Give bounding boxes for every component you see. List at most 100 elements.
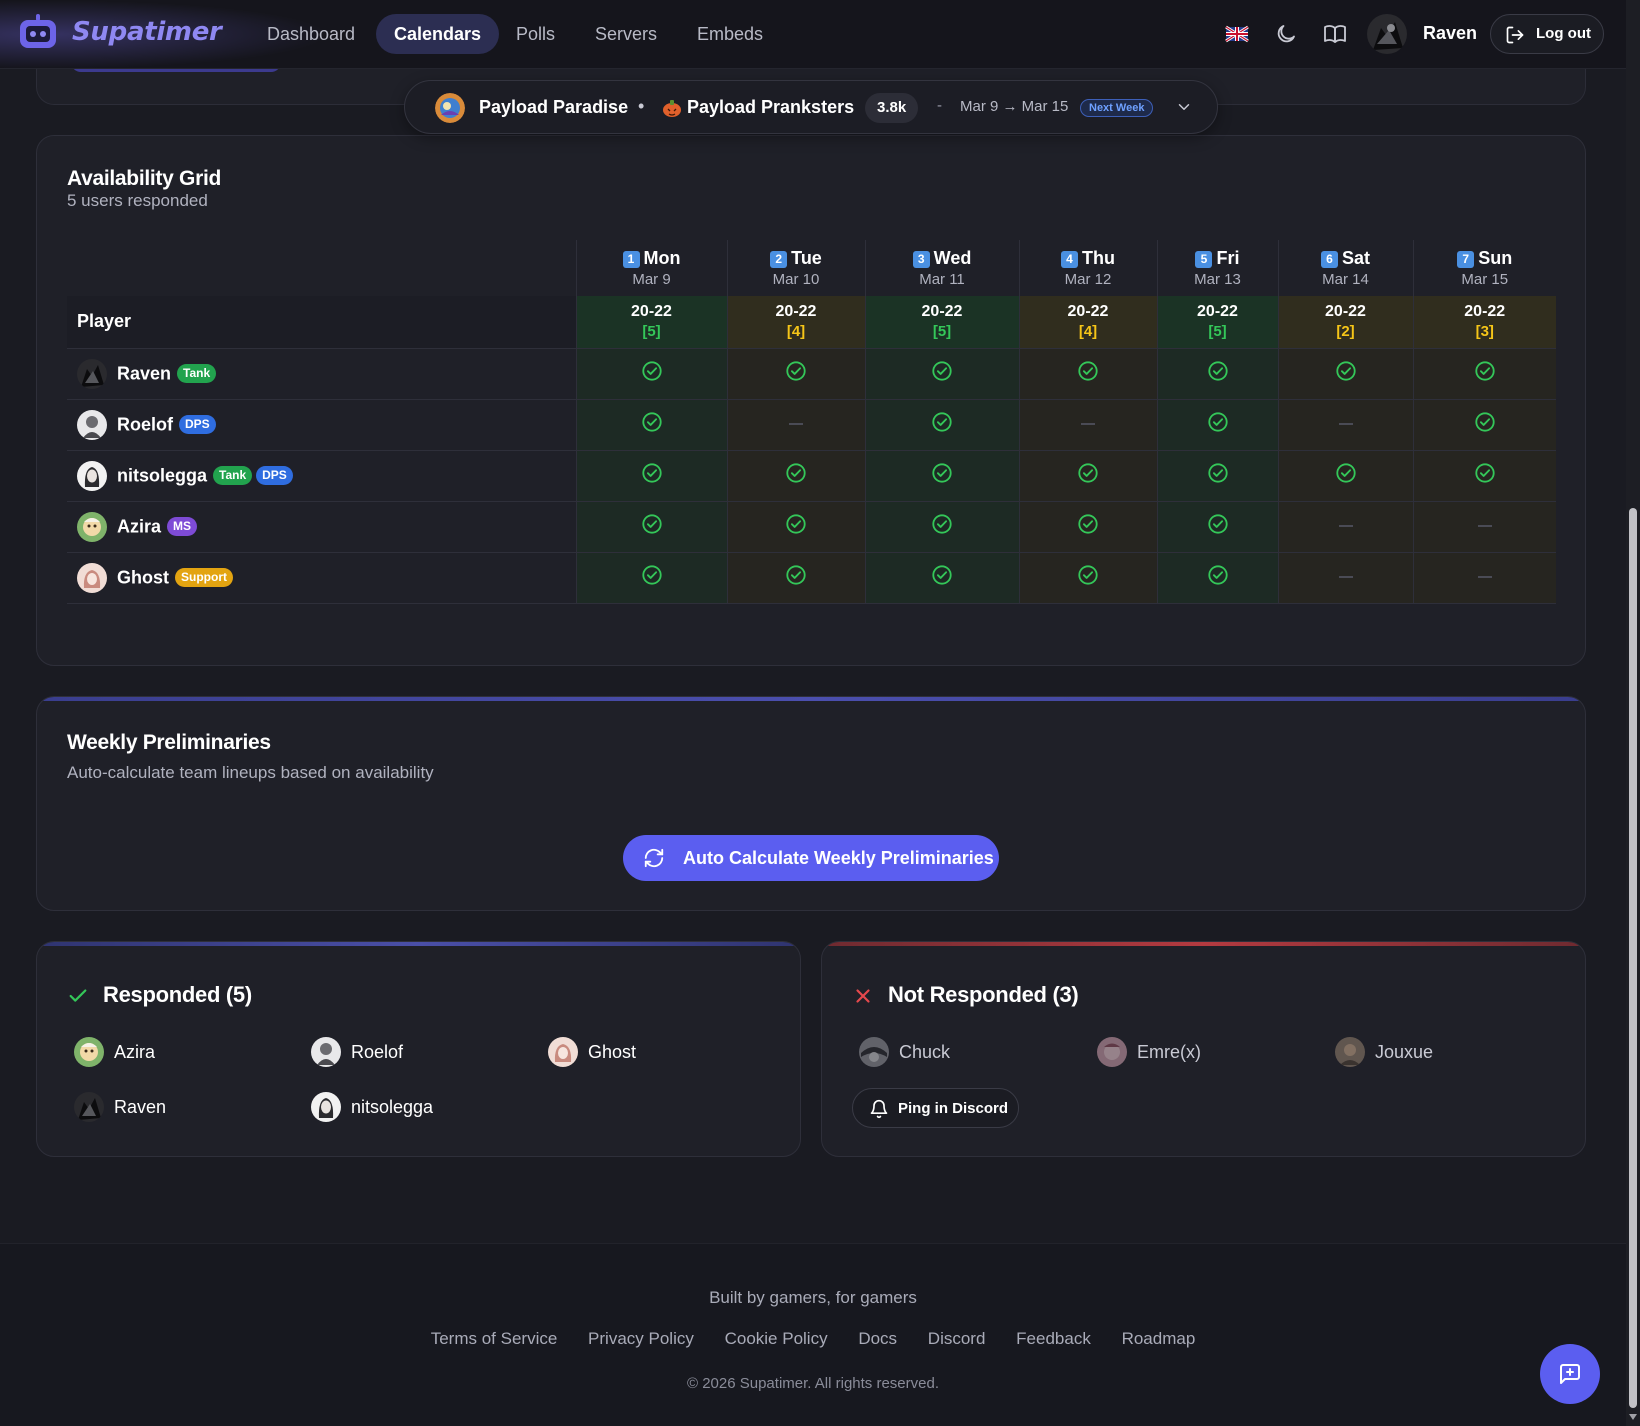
availability-cell-mon[interactable]	[575, 450, 727, 502]
availability-cell-wed[interactable]	[864, 348, 1019, 400]
availability-cell-mon[interactable]	[575, 348, 727, 400]
availability-cell-sun[interactable]	[1412, 450, 1556, 502]
nav-polls[interactable]: Polls	[498, 14, 573, 54]
availability-cell-thu[interactable]	[1018, 399, 1157, 451]
availability-cell-tue[interactable]	[726, 501, 865, 553]
team-name: Payload Pranksters	[687, 97, 855, 117]
nav-servers[interactable]: Servers	[577, 14, 675, 54]
unavailable-dash-icon	[1338, 525, 1353, 528]
footer-link-feedback[interactable]: Feedback	[1016, 1329, 1091, 1348]
availability-cell-sun[interactable]	[1412, 348, 1556, 400]
feedback-chat-button[interactable]	[1540, 1344, 1600, 1404]
availability-cell-fri[interactable]	[1156, 348, 1278, 400]
footer-link-privacy[interactable]: Privacy Policy	[588, 1329, 694, 1348]
user-avatar[interactable]	[1367, 14, 1407, 54]
slot-header-wed[interactable]: 20-22 [5]	[864, 296, 1019, 349]
player-row: Roelof DPS	[67, 399, 1556, 451]
availability-cell-mon[interactable]	[575, 552, 727, 604]
availability-cell-sun[interactable]	[1412, 501, 1556, 553]
uk-flag-icon[interactable]	[1225, 22, 1249, 46]
availability-cell-tue[interactable]	[726, 348, 865, 400]
availability-cell-wed[interactable]	[864, 399, 1019, 451]
availability-cell-fri[interactable]	[1156, 399, 1278, 451]
auto-calculate-button[interactable]: Auto Calculate Weekly Preliminaries	[623, 835, 999, 881]
availability-cell-fri[interactable]	[1156, 552, 1278, 604]
check-circle-icon	[1335, 463, 1356, 483]
availability-cell-sun[interactable]	[1412, 552, 1556, 604]
availability-cell-sat[interactable]	[1277, 552, 1413, 604]
availability-cell-thu[interactable]	[1018, 501, 1157, 553]
check-circle-icon	[932, 361, 952, 381]
user-name[interactable]: Raven	[1423, 23, 1477, 44]
role-badge-dps: DPS	[179, 415, 216, 434]
footer-link-roadmap[interactable]: Roadmap	[1122, 1329, 1196, 1348]
slot-header-thu[interactable]: 20-22 [4]	[1018, 296, 1157, 349]
availability-cell-mon[interactable]	[575, 501, 727, 553]
availability-cell-sun[interactable]	[1412, 399, 1556, 451]
page-scrollbar[interactable]	[1626, 0, 1640, 1426]
nav-embeds[interactable]: Embeds	[679, 14, 781, 54]
player-name: nitsolegga	[117, 465, 208, 485]
check-circle-icon	[641, 514, 662, 534]
availability-cell-sat[interactable]	[1277, 348, 1413, 400]
footer-link-docs[interactable]: Docs	[858, 1329, 897, 1348]
slot-header-tue[interactable]: 20-22 [4]	[726, 296, 865, 349]
check-circle-icon	[641, 361, 662, 381]
avatar	[74, 1037, 104, 1067]
ping-discord-button[interactable]: Ping in Discord	[852, 1088, 1019, 1128]
check-circle-icon	[641, 412, 662, 432]
role-badge-support: Support	[175, 568, 233, 587]
day-header-mon: 1 Mon Mar 9	[575, 240, 727, 296]
check-circle-icon	[1078, 514, 1098, 534]
player-row: Raven Tank	[67, 348, 1556, 400]
availability-cell-tue[interactable]	[726, 399, 865, 451]
footer-link-terms[interactable]: Terms of Service	[431, 1329, 558, 1348]
availability-cell-mon[interactable]	[575, 399, 727, 451]
slot-header-sat[interactable]: 20-22 [2]	[1277, 296, 1413, 349]
next-week-badge: Next Week	[1080, 99, 1154, 117]
availability-cell-wed[interactable]	[864, 501, 1019, 553]
role-badge-dps: DPS	[256, 466, 293, 485]
avatar	[1097, 1037, 1127, 1067]
book-icon[interactable]	[1323, 22, 1347, 46]
slot-header-fri[interactable]: 20-22 [5]	[1156, 296, 1278, 349]
slot-header-sun[interactable]: 20-22 [3]	[1412, 296, 1556, 349]
availability-cell-tue[interactable]	[726, 552, 865, 604]
availability-cell-tue[interactable]	[726, 450, 865, 502]
check-circle-icon	[1475, 463, 1495, 483]
check-circle-icon	[932, 565, 952, 585]
footer-link-cookies[interactable]: Cookie Policy	[725, 1329, 828, 1348]
user-chip-name: Ghost	[588, 1042, 637, 1062]
user-chip-name: nitsolegga	[351, 1097, 434, 1117]
robot-logo-icon[interactable]	[18, 14, 58, 50]
footer-link-discord[interactable]: Discord	[928, 1329, 986, 1348]
scrollbar-thumb[interactable]	[1629, 508, 1637, 1408]
chevron-down-icon[interactable]	[1175, 98, 1193, 116]
weekly-preliminaries-card: Weekly Preliminaries Auto-calculate team…	[36, 696, 1586, 911]
avatar	[548, 1037, 578, 1067]
slot-header-mon[interactable]: 20-22 [5]	[575, 296, 727, 349]
auto-calculate-label: Auto Calculate Weekly Preliminaries	[683, 848, 994, 868]
nav-calendars[interactable]: Calendars	[376, 14, 500, 54]
scrollbar-arrow-down[interactable]	[1629, 1414, 1637, 1420]
availability-cell-sat[interactable]	[1277, 501, 1413, 553]
logout-icon	[1506, 26, 1524, 44]
check-circle-icon	[932, 514, 952, 534]
availability-cell-fri[interactable]	[1156, 501, 1278, 553]
nav-dashboard[interactable]: Dashboard	[249, 14, 373, 54]
availability-cell-wed[interactable]	[864, 552, 1019, 604]
availability-cell-thu[interactable]	[1018, 450, 1157, 502]
availability-cell-thu[interactable]	[1018, 552, 1157, 604]
availability-cell-sat[interactable]	[1277, 399, 1413, 451]
availability-cell-wed[interactable]	[864, 450, 1019, 502]
logout-button[interactable]: Log out	[1490, 14, 1604, 54]
brand-name[interactable]: Supatimer	[72, 17, 222, 47]
availability-cell-fri[interactable]	[1156, 450, 1278, 502]
moon-icon[interactable]	[1274, 22, 1298, 46]
logout-label: Log out	[1536, 25, 1591, 42]
prelims-subtitle: Auto-calculate team lineups based on ava…	[67, 763, 434, 782]
availability-cell-sat[interactable]	[1277, 450, 1413, 502]
team-week-selector[interactable]: Payload Paradise • Payload Pranksters 3.…	[404, 80, 1218, 134]
availability-cell-thu[interactable]	[1018, 348, 1157, 400]
avatar	[77, 358, 107, 389]
